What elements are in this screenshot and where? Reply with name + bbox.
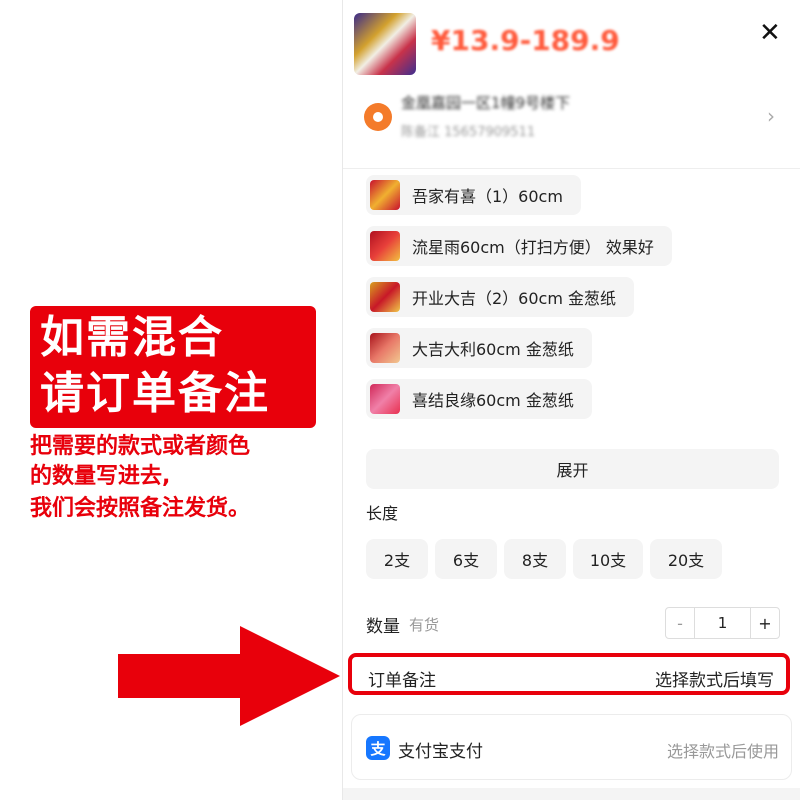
remark-label: 订单备注	[368, 671, 436, 691]
expand-button[interactable]: 展开	[366, 449, 779, 489]
style-thumb-image	[370, 180, 400, 210]
length-option[interactable]: 2支	[366, 539, 428, 579]
location-pin-icon	[364, 103, 392, 131]
style-thumb-image	[370, 384, 400, 414]
length-title: 长度	[366, 504, 399, 523]
alipay-icon: 支	[366, 736, 390, 760]
sku-selector-sheet: ¥13.9-189.9 ✕ 金凰嘉园一区1幢9号楼下 陈备江 156579095…	[343, 0, 800, 800]
style-option[interactable]: 大吉大利60cm 金葱纸	[366, 328, 592, 368]
address-contact: 陈备江 15657909511	[401, 125, 536, 140]
style-label: 大吉大利60cm 金葱纸	[412, 340, 574, 359]
style-thumb-image	[370, 333, 400, 363]
style-option[interactable]: 开业大吉（2）60cm 金葱纸	[366, 277, 635, 317]
decrement-button[interactable]: -	[666, 608, 694, 638]
promo-banner: 如需混合 请订单备注	[30, 306, 316, 428]
style-label: 喜结良缘60cm 金葱纸	[412, 391, 574, 410]
note-line-2: 的数量写进去,	[30, 464, 171, 489]
style-option[interactable]: 喜结良缘60cm 金葱纸	[366, 379, 592, 419]
style-label: 开业大吉（2）60cm 金葱纸	[412, 289, 617, 308]
style-thumb-image	[370, 231, 400, 261]
chevron-right-icon: ›	[767, 104, 775, 128]
length-option[interactable]: 20支	[650, 539, 722, 579]
style-label: 吾家有喜（1）60cm	[412, 187, 563, 206]
style-option[interactable]: 吾家有喜（1）60cm	[366, 175, 581, 215]
stock-status: 有货	[409, 616, 440, 634]
length-option[interactable]: 8支	[504, 539, 566, 579]
promo-panel: 如需混合 请订单备注 把需要的款式或者颜色 的数量写进去, 我们会按照备注发货。	[0, 0, 342, 800]
address-text: 金凰嘉园一区1幢9号楼下	[401, 94, 571, 112]
banner-line-1: 如需混合	[40, 312, 224, 363]
quantity-label: 数量	[366, 617, 400, 637]
style-option[interactable]: 流星雨60cm（打扫方便） 效果好	[366, 226, 672, 266]
bottom-bar	[343, 788, 800, 800]
quantity-stepper: - 1 +	[665, 607, 780, 639]
note-line-1: 把需要的款式或者颜色	[30, 434, 251, 459]
price-range: ¥13.9-189.9	[431, 24, 620, 57]
note-line-3: 我们会按照备注发货。	[30, 496, 251, 521]
payment-hint: 选择款式后使用	[666, 742, 779, 761]
increment-button[interactable]: +	[751, 608, 779, 638]
quantity-value[interactable]: 1	[694, 608, 751, 638]
close-icon[interactable]: ✕	[759, 18, 781, 48]
length-option[interactable]: 6支	[435, 539, 497, 579]
product-thumbnail	[354, 13, 416, 75]
payment-label: 支付宝支付	[398, 742, 483, 762]
style-label: 流星雨60cm（打扫方便） 效果好	[412, 238, 654, 257]
section-divider	[343, 168, 800, 169]
order-remark-row[interactable]: 订单备注 选择款式后填写	[348, 653, 790, 695]
length-option[interactable]: 10支	[573, 539, 643, 579]
payment-method-row[interactable]: 支 支付宝支付 选择款式后使用	[351, 714, 792, 780]
banner-line-2: 请订单备注	[40, 368, 270, 419]
style-thumb-image	[370, 282, 400, 312]
remark-hint: 选择款式后填写	[655, 671, 774, 691]
arrow-right-icon	[118, 626, 340, 726]
